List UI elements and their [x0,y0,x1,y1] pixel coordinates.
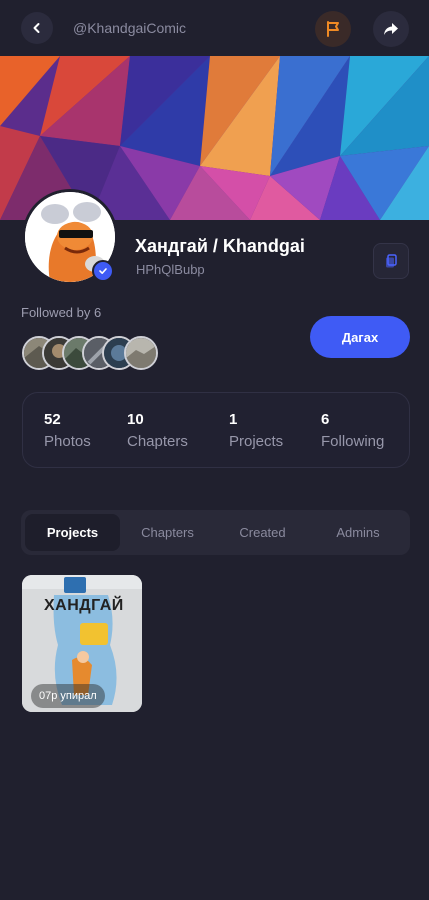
projects-count: 1 [229,411,238,428]
following-label: Following [321,433,385,450]
follower-avatar-image [126,338,156,368]
chapters-label: Chapters [127,433,188,450]
profile-name: Хандгай / Khandgai [135,236,305,256]
copy-icon [386,254,397,268]
photos-label: Photos [44,433,91,450]
chapters-count: 10 [127,411,144,428]
follow-button[interactable]: Дагах [310,316,410,358]
profile-stats: 52 Photos 10 Chapters 1 Projects 6 Follo… [22,392,410,468]
top-bar: @KhandgaiComic [0,0,429,56]
follower-avatar[interactable] [124,336,158,370]
checkmark-icon [99,268,107,274]
copy-button[interactable] [373,243,409,279]
project-views-badge: 07р упирал [31,684,105,708]
projects-label: Projects [229,433,284,450]
back-button[interactable] [21,12,53,44]
profile-handle: @KhandgaiComic [73,20,187,36]
flag-icon [327,21,339,37]
tab-created[interactable]: Created [215,514,310,551]
verified-badge [92,260,114,282]
tab-admins[interactable]: Admins [310,514,406,551]
report-flag-button[interactable] [315,11,351,47]
profile-uid: HPhQlBubp [136,262,205,277]
project-cover-title: ХАНДГАЙ [44,597,124,614]
following-count: 6 [321,411,330,428]
share-icon [384,23,398,35]
profile-tabs: Projects Chapters Created Admins [21,510,410,555]
tab-chapters[interactable]: Chapters [120,514,215,551]
photos-count: 52 [44,411,61,428]
followed-by-label: Followed by 6 [21,305,102,320]
chevron-left-icon [33,23,40,33]
share-button[interactable] [373,11,409,47]
tab-projects[interactable]: Projects [25,514,120,551]
